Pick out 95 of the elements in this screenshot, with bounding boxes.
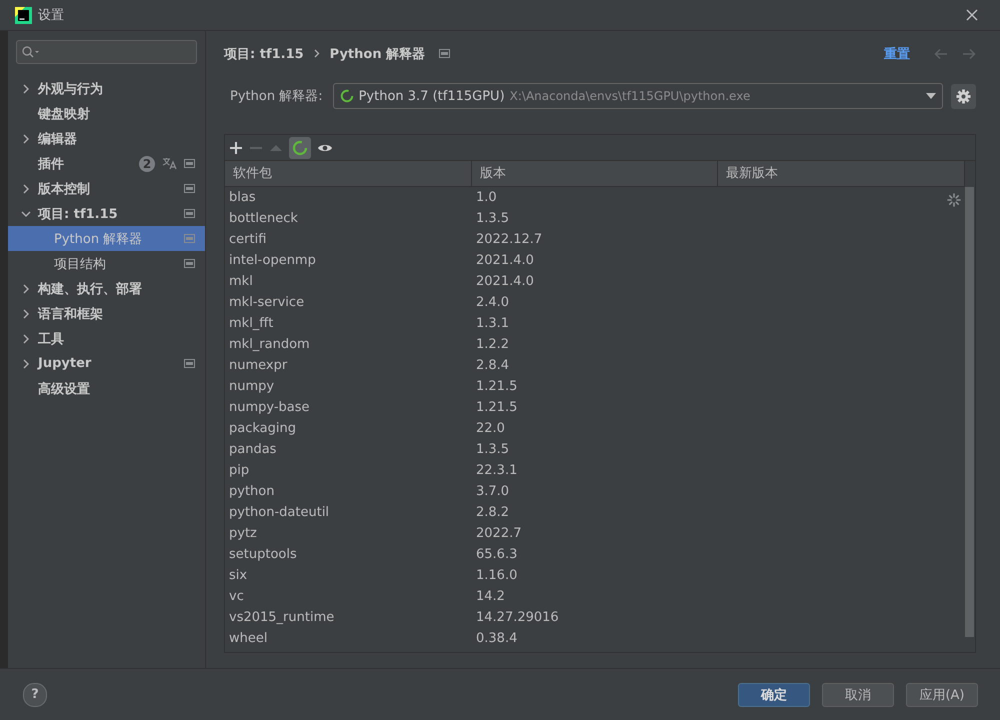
sidebar-item[interactable]: 插件 2 xyxy=(8,151,205,176)
loading-spinner-icon xyxy=(947,193,961,207)
table-cell: 1.21.5 xyxy=(476,379,518,394)
interpreter-label: Python 解释器: xyxy=(230,88,323,105)
dialog-button[interactable]: 应用(A) xyxy=(906,682,978,706)
sidebar-item[interactable]: Jupyter xyxy=(8,351,205,376)
table-cell: pip xyxy=(229,463,250,478)
table-cell: wheel xyxy=(229,631,268,646)
table-cell: 1.3.1 xyxy=(476,316,510,331)
table-cell: 2.4.0 xyxy=(476,295,510,310)
sidebar-item[interactable]: 版本控制 xyxy=(8,176,205,201)
table-cell: vs2015_runtime xyxy=(229,610,334,625)
circle-icon xyxy=(340,89,354,103)
column-header[interactable]: 最新版本 xyxy=(718,161,965,186)
table-cell: mkl-service xyxy=(229,295,304,310)
settings-button[interactable] xyxy=(951,84,976,108)
table-cell: 2021.4.0 xyxy=(476,253,534,268)
close-icon[interactable] xyxy=(966,9,978,21)
chevron-down-icon[interactable] xyxy=(21,208,31,218)
table-cell: 65.6.3 xyxy=(476,547,518,562)
table-cell: python xyxy=(229,484,274,499)
breadcrumb-item[interactable]: Python 解释器 xyxy=(330,44,426,62)
table-cell: 2.8.4 xyxy=(476,358,510,373)
sidebar-item[interactable]: 外观与行为 xyxy=(8,76,205,101)
help-button[interactable]: ? xyxy=(23,682,47,706)
table-cell: 14.27.29016 xyxy=(476,610,559,625)
scrollbar[interactable] xyxy=(965,187,974,637)
interpreter-dropdown[interactable]: Python 3.7 (tf115GPU) X:\Anaconda\envs\tf115GPU\python.exe xyxy=(332,83,943,109)
table-cell: 3.7.0 xyxy=(476,484,510,499)
chevron-right-icon[interactable] xyxy=(21,308,31,318)
chevron-right-icon[interactable] xyxy=(21,284,31,294)
table-cell: numpy-base xyxy=(229,400,310,415)
table-cell: vc xyxy=(229,589,244,604)
project-scope-icon xyxy=(439,49,450,58)
table-cell: 2021.4.0 xyxy=(476,274,534,289)
table-cell: 1.16.0 xyxy=(476,568,518,583)
column-header[interactable]: 软件包 xyxy=(225,161,472,186)
table-cell: packaging xyxy=(229,421,296,436)
table-cell: 1.21.5 xyxy=(476,400,518,415)
chevron-right-icon[interactable] xyxy=(21,134,31,144)
chevron-right-icon[interactable] xyxy=(21,358,31,368)
chevron-right-icon[interactable] xyxy=(21,334,31,344)
table-cell: numexpr xyxy=(229,358,288,373)
table-cell: certifi xyxy=(229,232,266,247)
interpreter-name: Python 3.7 (tf115GPU) xyxy=(358,88,505,104)
sidebar-item[interactable]: 高级设置 xyxy=(8,376,205,401)
sidebar-item[interactable]: 编辑器 xyxy=(8,126,205,151)
chevron-right-icon xyxy=(314,49,320,58)
breadcrumb-item[interactable]: 项目: tf1.15 xyxy=(224,44,304,62)
table-cell: numpy xyxy=(229,379,274,394)
table-cell: 22.0 xyxy=(476,421,505,436)
sidebar-item[interactable]: 工具 xyxy=(8,326,205,351)
table-cell: 1.2.2 xyxy=(476,337,510,352)
sidebar-item[interactable]: 项目: tf1.15 xyxy=(8,201,205,226)
table-cell: 22.3.1 xyxy=(476,463,518,478)
circle-icon xyxy=(292,140,308,156)
table-cell: 0.38.4 xyxy=(476,631,518,646)
chevron-right-icon[interactable] xyxy=(21,184,31,194)
table-cell: pytz xyxy=(229,526,257,541)
chevron-right-icon[interactable] xyxy=(21,84,31,94)
dialog-button[interactable]: 取消 xyxy=(822,682,894,706)
table-cell: setuptools xyxy=(229,547,297,562)
search-icon xyxy=(22,46,40,58)
table-cell: python-dateutil xyxy=(229,505,330,520)
table-cell: bottleneck xyxy=(229,211,298,226)
caret-icon xyxy=(926,93,936,99)
table-cell: mkl xyxy=(229,274,253,289)
table-cell: blas xyxy=(229,190,256,205)
table-cell: intel-openmp xyxy=(229,253,316,268)
window-title: 设置 xyxy=(38,7,64,24)
table-cell: mkl_fft xyxy=(229,316,274,331)
table-cell: 2.8.2 xyxy=(476,505,510,520)
table-cell: 1.3.5 xyxy=(476,211,510,226)
table-cell: six xyxy=(229,568,248,583)
sidebar-item[interactable]: 构建、执行、部署 xyxy=(8,276,205,301)
table-cell: 2022.7 xyxy=(476,526,522,541)
count-badge: 2 xyxy=(139,156,155,172)
dialog-button[interactable]: 确定 xyxy=(738,682,810,706)
sidebar-item[interactable]: 语言和框架 xyxy=(8,301,205,326)
settings-icon xyxy=(956,88,971,104)
table-cell: 1.0 xyxy=(476,190,497,205)
table-cell: 14.2 xyxy=(476,589,505,604)
add-icon[interactable] xyxy=(229,140,243,154)
column-header[interactable]: 版本 xyxy=(472,161,718,186)
table-cell: pandas xyxy=(229,442,276,457)
table-cell: mkl_random xyxy=(229,337,310,352)
app-logo-icon xyxy=(15,6,32,24)
interpreter-path: X:\Anaconda\envs\tf115GPU\python.exe xyxy=(510,89,750,103)
table-cell: 2022.12.7 xyxy=(476,232,542,247)
sidebar-item[interactable]: 键盘映射 xyxy=(8,101,205,126)
sidebar-item[interactable]: 项目结构 xyxy=(8,251,205,276)
conda-toggle[interactable] xyxy=(289,136,311,158)
search-field[interactable] xyxy=(16,40,197,64)
reset-link[interactable]: 重置 xyxy=(884,44,910,62)
table-cell: 1.3.5 xyxy=(476,442,510,457)
